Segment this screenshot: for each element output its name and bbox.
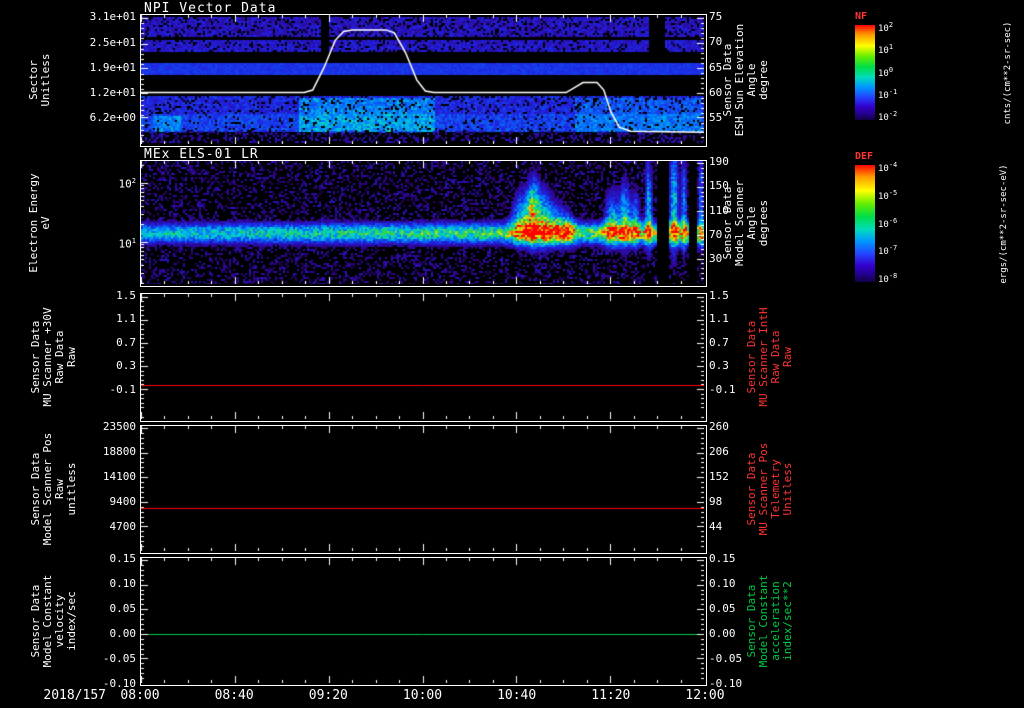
ytick-label: 6.2e+00 [89,111,136,124]
colorbar-tick-label: 10-2 [878,110,898,123]
ytick-label: 0.15 [109,552,137,566]
line-plot-canvas [141,294,704,419]
colorbar-tick-label: 102 [878,21,894,34]
panel-4-plot-area [140,425,707,554]
colorbar-tick-label: 100 [878,65,894,79]
ytick-label: 1.5 [709,288,729,302]
y-axis-label-text: Electron Energy eV [27,172,52,273]
panel-2-plot-area [140,160,707,287]
colorbar-tick-label: 10-6 [878,216,898,230]
ytick-label: 23500 [102,420,136,434]
panel-1-plot-area [140,14,707,147]
line-plot-canvas [141,426,704,551]
right-axis-label-text: Sensor Data Model Constant acceleration ind… [745,574,794,667]
colorbar-tick-label: 10-4 [878,161,898,174]
colorbar-tick-label: 101 [878,43,894,57]
spectrogram-canvas [141,161,704,284]
xtick-label: 09:20 [308,688,348,703]
xtick-label: 12:00 [685,688,725,703]
ytick-label: 0.10 [109,577,137,591]
ytick-label: 0.3 [116,359,136,373]
ytick-label: -0.05 [102,651,136,665]
right-axis-label-text: Sensor Data Model Scanner Angle degrees [721,179,770,266]
y-axis-label-text: Sensor Data Model Scanner Pos Raw unitless [29,432,78,545]
ytick-label: 1.2e+01 [89,85,136,99]
ytick-label: 260 [709,420,729,434]
ytick-label: 1.1 [116,312,136,326]
ytick-label: 4700 [109,519,137,533]
right-axis-label-text: Sensor Data MU Scanner Pos Telemetry Unitle… [745,442,794,535]
ytick-label: 1.5 [116,288,136,302]
y-axis-label-text: Sensor Data MU Scanner +30V Raw Data Raw [29,306,78,407]
colorbar-tick-label: 10-8 [878,272,898,285]
colorbar-tick-label: 10-7 [878,244,898,258]
ytick-label: 18800 [102,445,136,459]
right-axis-label-text: Sensor Data MU Scanner IntH Raw Data Raw [745,306,794,407]
ytick-label: 102 [118,177,136,191]
colorbar-title: DEF [855,151,874,162]
ytick-label: 0.7 [116,335,136,349]
colorbar-title: NF [855,11,868,22]
xtick-label: 10:00 [402,688,443,703]
colorbar-units-label-text: cnts/(cm**2-sr-sec) [1003,21,1013,124]
xtick-label: 08:40 [214,688,254,703]
colorbar-tick-label: 10-5 [878,188,898,202]
ytick-label: 0.05 [109,601,137,615]
ytick-label: 9400 [109,494,137,508]
ytick-label: 101 [118,237,136,251]
ytick-label: -0.1 [109,382,137,396]
spectrogram-canvas [141,15,704,144]
panel-3-plot-area [140,293,707,422]
ytick-label: 0.15 [709,552,736,566]
ytick-label: 75 [709,10,723,23]
y-axis-label-text: Sensor Data Model Constant velocity index/s… [29,574,78,667]
line-plot-canvas [141,558,704,683]
ytick-label: 14100 [102,469,136,483]
date-label: 2018/157 [43,688,106,703]
colorbar-units-label-text: ergs/(cm**2-sr-sec-eV) [999,163,1009,284]
y-axis-label-text: Sector Unitless [27,53,52,106]
ytick-label: 2.5e+01 [89,35,136,49]
tplot-figure: NPI Vector Data MEx ELS-01 LR 2018/157 3… [0,0,1024,708]
ytick-label: 3.1e+01 [89,10,136,23]
xtick-label: 10:40 [497,688,537,703]
panel-5-plot-area [140,557,707,686]
ytick-label: 1.9e+01 [89,60,136,74]
xtick-label: 11:20 [591,688,631,703]
right-axis-label-text: Sensor Data ESH Sun Elevation Angle degree [721,23,770,136]
colorbar-tick-label: 10-1 [878,87,898,101]
colorbar-def [855,165,875,282]
colorbar-nf [855,25,875,120]
ytick-label: 190 [709,155,729,168]
ytick-label: 0.00 [109,626,137,640]
xtick-label: 08:00 [120,688,160,703]
